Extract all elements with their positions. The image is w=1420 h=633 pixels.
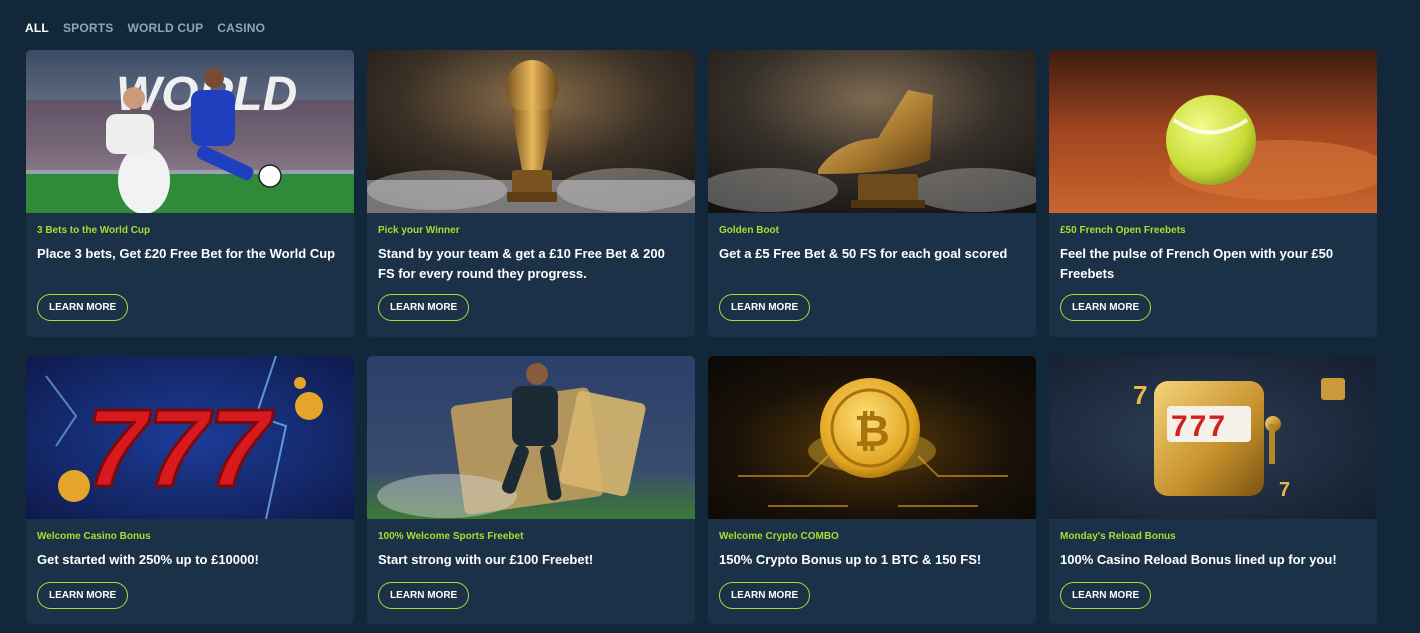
learn-more-button[interactable]: LEARN MORE	[37, 582, 129, 609]
promo-card: 777 Welcome Casino Bonus Get started wit…	[26, 356, 354, 624]
learn-more-button[interactable]: LEARN MORE	[719, 294, 811, 321]
promo-title: Stand by your team & get a £10 Free Bet …	[378, 246, 665, 281]
learn-more-button[interactable]: LEARN MORE	[37, 294, 129, 321]
promo-card: WORLD 3 Bets to the World Cup Place 3 be…	[26, 50, 354, 337]
golden-boot-image	[708, 50, 1036, 213]
lucky-777-image: 777	[26, 356, 354, 519]
promo-kicker: £50 French Open Freebets	[1060, 225, 1186, 236]
promo-title: 150% Crypto Bonus up to 1 BTC & 150 FS!	[719, 552, 982, 567]
promo-kicker: Golden Boot	[719, 225, 779, 236]
banner-text: 777	[1171, 410, 1227, 443]
filter-tabs: ALL SPORTS WORLD CUP CASINO	[25, 21, 265, 35]
tennis-ball-image	[1049, 50, 1377, 213]
trophy-image	[367, 50, 695, 213]
bitcoin-coin-image: ₿	[708, 356, 1036, 519]
promo-kicker: Monday's Reload Bonus	[1060, 531, 1176, 542]
promo-card: 777 7 7 Monday's Reload Bonus 100% Casin…	[1049, 356, 1377, 624]
tab-casino[interactable]: CASINO	[217, 21, 265, 35]
promo-kicker: Welcome Casino Bonus	[37, 531, 151, 542]
promo-title: Get a £5 Free Bet & 50 FS for each goal …	[719, 246, 1008, 261]
learn-more-button[interactable]: LEARN MORE	[378, 582, 470, 609]
learn-more-button[interactable]: LEARN MORE	[1060, 582, 1152, 609]
svg-text:₿: ₿	[854, 407, 890, 456]
learn-more-button[interactable]: LEARN MORE	[719, 582, 811, 609]
promo-title: Place 3 bets, Get £20 Free Bet for the W…	[37, 246, 336, 261]
promo-title: Start strong with our £100 Freebet!	[378, 552, 594, 567]
svg-text:7: 7	[1133, 380, 1147, 410]
promo-card: Pick your Winner Stand by your team & ge…	[367, 50, 695, 337]
promo-title: Get started with 250% up to £10000!	[37, 552, 259, 567]
promo-kicker: Welcome Crypto COMBO	[719, 531, 839, 542]
promo-card: £50 French Open Freebets Feel the pulse …	[1049, 50, 1377, 337]
learn-more-button[interactable]: LEARN MORE	[378, 294, 470, 321]
promo-card: 100% Welcome Sports Freebet Start strong…	[367, 356, 695, 624]
promo-kicker: 3 Bets to the World Cup	[37, 225, 151, 236]
football-player-image	[367, 356, 695, 519]
promo-kicker: 100% Welcome Sports Freebet	[378, 531, 524, 542]
promotions-grid: WORLD 3 Bets to the World Cup Place 3 be…	[26, 50, 1377, 624]
svg-text:7: 7	[1279, 479, 1290, 501]
tab-all[interactable]: ALL	[25, 21, 49, 35]
promo-card: ₿ Welcome Crypto COMBO 150% Crypto Bonus…	[708, 356, 1036, 624]
promo-card: Golden Boot Get a £5 Free Bet & 50 FS fo…	[708, 50, 1036, 337]
promo-title: 100% Casino Reload Bonus lined up for yo…	[1060, 552, 1337, 567]
learn-more-button[interactable]: LEARN MORE	[1060, 294, 1152, 321]
promo-title: Feel the pulse of French Open with your …	[1060, 246, 1334, 281]
world-cup-players-image: WORLD	[26, 50, 354, 213]
slot-machine-image: 777 7 7	[1049, 356, 1377, 519]
banner-text: 777	[86, 387, 274, 510]
tab-world-cup[interactable]: WORLD CUP	[127, 21, 203, 35]
tab-sports[interactable]: SPORTS	[63, 21, 114, 35]
promo-kicker: Pick your Winner	[378, 225, 460, 236]
